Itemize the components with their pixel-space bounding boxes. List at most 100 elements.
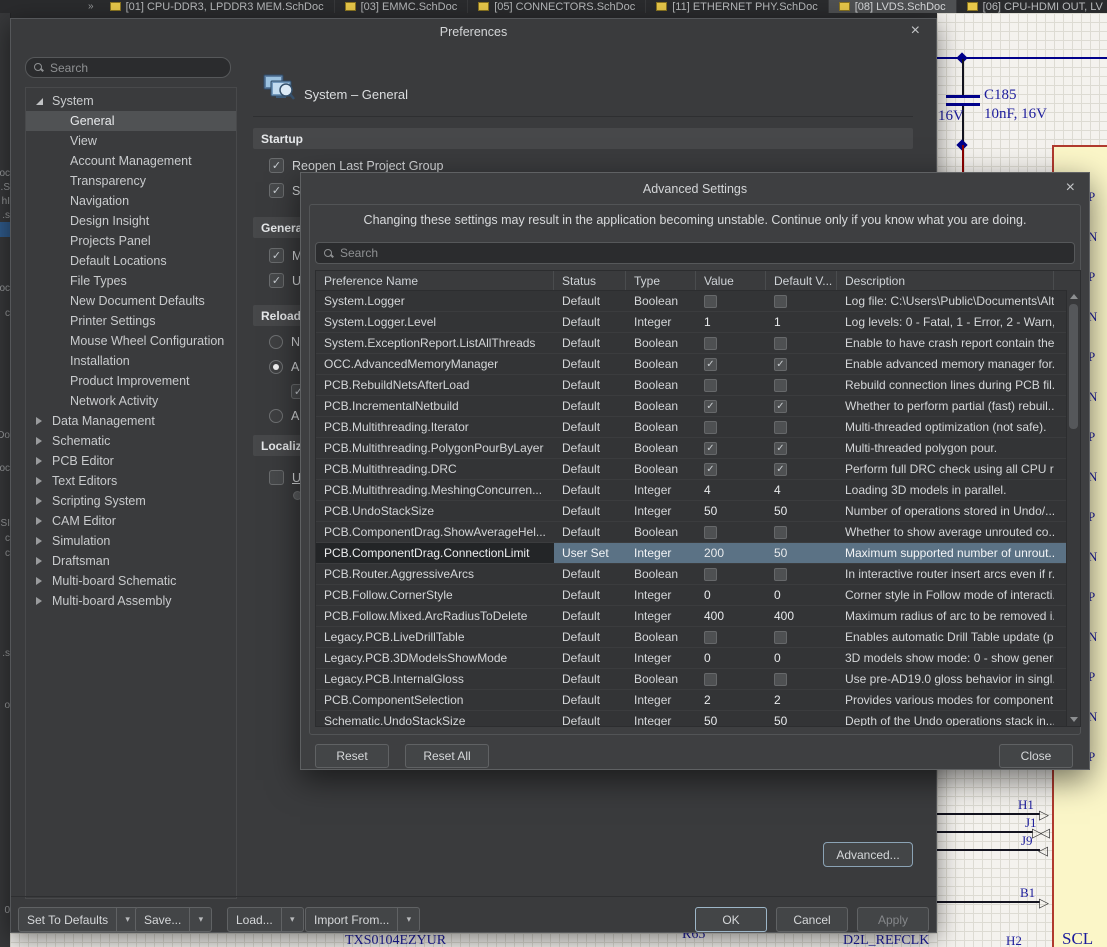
reset-button[interactable]: Reset bbox=[315, 744, 389, 768]
sidebar-item[interactable]: New Document Defaults bbox=[26, 291, 236, 311]
load-button[interactable]: Load... bbox=[227, 907, 282, 932]
option-reopen-last-project-group[interactable]: ✓Reopen Last Project Group bbox=[269, 158, 443, 173]
close-icon[interactable]: × bbox=[911, 23, 920, 39]
checkbox-unchecked[interactable] bbox=[269, 470, 284, 485]
sidebar-item[interactable]: Multi-board Schematic bbox=[26, 571, 236, 591]
sidebar-item[interactable]: Navigation bbox=[26, 191, 236, 211]
col-description[interactable]: Description bbox=[837, 271, 1054, 290]
table-row[interactable]: Schematic.UndoStackSize Default Integer … bbox=[316, 711, 1080, 727]
sidebar-item[interactable]: Data Management bbox=[26, 411, 236, 431]
sidebar-item[interactable]: Mouse Wheel Configuration bbox=[26, 331, 236, 351]
advanced-search-input[interactable]: Search bbox=[315, 242, 1075, 264]
document-tab[interactable]: [08] LVDS.SchDoc bbox=[829, 0, 957, 13]
table-row[interactable]: PCB.ComponentDrag.ShowAverageHel... Defa… bbox=[316, 522, 1080, 543]
cancel-button[interactable]: Cancel bbox=[776, 907, 848, 932]
load-dropdown[interactable]: ▾ bbox=[282, 907, 304, 932]
sidebar-item[interactable]: Network Activity bbox=[26, 391, 236, 411]
sidebar-item[interactable]: View bbox=[26, 131, 236, 151]
scrollbar-thumb[interactable] bbox=[1069, 304, 1078, 429]
table-row[interactable]: Legacy.PCB.LiveDrillTable Default Boolea… bbox=[316, 627, 1080, 648]
table-row[interactable]: PCB.RebuildNetsAfterLoad Default Boolean… bbox=[316, 375, 1080, 396]
sidebar-item[interactable]: Scripting System bbox=[26, 491, 236, 511]
value-checkbox[interactable] bbox=[704, 463, 717, 476]
table-row[interactable]: PCB.Follow.CornerStyle Default Integer 0… bbox=[316, 585, 1080, 606]
document-tab[interactable]: [01] CPU-DDR3, LPDDR3 MEM.SchDoc bbox=[100, 0, 335, 13]
scroll-down-icon[interactable] bbox=[1070, 717, 1078, 722]
document-tab[interactable]: [11] ETHERNET PHY.SchDoc bbox=[646, 0, 829, 13]
sidebar-item[interactable]: Installation bbox=[26, 351, 236, 371]
radio-unselected[interactable] bbox=[269, 409, 283, 423]
tree-expand-icon[interactable] bbox=[36, 577, 42, 585]
table-row[interactable]: PCB.IncrementalNetbuild Default Boolean … bbox=[316, 396, 1080, 417]
sidebar-item[interactable]: File Types bbox=[26, 271, 236, 291]
tree-expand-icon[interactable] bbox=[36, 437, 42, 445]
sidebar-item[interactable]: Projects Panel bbox=[26, 231, 236, 251]
scroll-up-icon[interactable] bbox=[1070, 294, 1078, 299]
sidebar-item[interactable]: Design Insight bbox=[26, 211, 236, 231]
value-checkbox[interactable] bbox=[704, 568, 717, 581]
schematic-canvas-bottom[interactable]: TXS0104EZYUR R65 D2L_REFCLK bbox=[10, 933, 937, 947]
tab-overflow-icon[interactable]: » bbox=[0, 1, 100, 12]
preferences-search-input[interactable]: Search bbox=[25, 57, 231, 78]
sidebar-item[interactable]: Multi-board Assembly bbox=[26, 591, 236, 611]
save-button[interactable]: Save... bbox=[135, 907, 190, 932]
value-checkbox[interactable] bbox=[704, 673, 717, 686]
sheet-entry-scl[interactable]: SCL bbox=[1062, 929, 1093, 947]
close-icon[interactable]: × bbox=[1066, 180, 1075, 196]
value-checkbox[interactable] bbox=[704, 421, 717, 434]
ok-button[interactable]: OK bbox=[695, 907, 767, 932]
checkbox-checked[interactable]: ✓ bbox=[269, 248, 284, 263]
sidebar-item[interactable]: PCB Editor bbox=[26, 451, 236, 471]
table-row[interactable]: OCC.AdvancedMemoryManager Default Boolea… bbox=[316, 354, 1080, 375]
document-tab[interactable]: [03] EMMC.SchDoc bbox=[335, 0, 469, 13]
sidebar-item[interactable]: CAM Editor bbox=[26, 511, 236, 531]
table-row[interactable]: PCB.Multithreading.Iterator Default Bool… bbox=[316, 417, 1080, 438]
table-row[interactable]: System.ExceptionReport.ListAllThreads De… bbox=[316, 333, 1080, 354]
vertical-scrollbar[interactable] bbox=[1066, 290, 1080, 726]
import-from-dropdown[interactable]: ▾ bbox=[398, 907, 420, 932]
table-row[interactable]: PCB.Multithreading.DRC Default Boolean P… bbox=[316, 459, 1080, 480]
table-row[interactable]: Legacy.PCB.InternalGloss Default Boolean… bbox=[316, 669, 1080, 690]
sidebar-item[interactable]: Product Improvement bbox=[26, 371, 236, 391]
table-row[interactable]: PCB.Follow.Mixed.ArcRadiusToDelete Defau… bbox=[316, 606, 1080, 627]
value-checkbox[interactable] bbox=[704, 400, 717, 413]
col-status[interactable]: Status bbox=[554, 271, 626, 290]
advanced-button[interactable]: Advanced... bbox=[823, 842, 913, 867]
document-tab[interactable]: [06] CPU-HDMI OUT, LV bbox=[957, 0, 1107, 13]
sidebar-item[interactable]: Draftsman bbox=[26, 551, 236, 571]
reset-all-button[interactable]: Reset All bbox=[405, 744, 489, 768]
table-row[interactable]: PCB.Router.AggressiveArcs Default Boolea… bbox=[316, 564, 1080, 585]
value-checkbox[interactable] bbox=[704, 358, 717, 371]
import-from-button[interactable]: Import From... bbox=[305, 907, 398, 932]
sidebar-item[interactable]: Transparency bbox=[26, 171, 236, 191]
tree-expand-icon[interactable] bbox=[36, 497, 42, 505]
table-row[interactable]: PCB.Multithreading.MeshingConcurren... D… bbox=[316, 480, 1080, 501]
tree-expand-icon[interactable] bbox=[36, 98, 43, 105]
sidebar-item[interactable]: Default Locations bbox=[26, 251, 236, 271]
tree-expand-icon[interactable] bbox=[36, 557, 42, 565]
radio-unselected[interactable] bbox=[269, 335, 283, 349]
col-value[interactable]: Value bbox=[696, 271, 766, 290]
value-checkbox[interactable] bbox=[704, 337, 717, 350]
value-checkbox[interactable] bbox=[704, 526, 717, 539]
sidebar-item[interactable]: Simulation bbox=[26, 531, 236, 551]
tree-expand-icon[interactable] bbox=[36, 517, 42, 525]
table-row[interactable]: System.Logger.Level Default Integer 1 1 … bbox=[316, 312, 1080, 333]
tree-expand-icon[interactable] bbox=[36, 457, 42, 465]
value-checkbox[interactable] bbox=[704, 631, 717, 644]
tree-expand-icon[interactable] bbox=[36, 597, 42, 605]
tree-expand-icon[interactable] bbox=[36, 537, 42, 545]
sidebar-item[interactable]: Schematic bbox=[26, 431, 236, 451]
checkbox-checked[interactable]: ✓ bbox=[269, 158, 284, 173]
sidebar-item[interactable]: System bbox=[26, 91, 236, 111]
close-button[interactable]: Close bbox=[999, 744, 1073, 768]
table-row[interactable]: PCB.Multithreading.PolygonPourByLayer De… bbox=[316, 438, 1080, 459]
value-checkbox[interactable] bbox=[704, 379, 717, 392]
tree-expand-icon[interactable] bbox=[36, 477, 42, 485]
sidebar-item[interactable]: Account Management bbox=[26, 151, 236, 171]
checkbox-checked[interactable]: ✓ bbox=[269, 183, 284, 198]
save-dropdown[interactable]: ▾ bbox=[190, 907, 212, 932]
value-checkbox[interactable] bbox=[704, 295, 717, 308]
value-checkbox[interactable] bbox=[704, 442, 717, 455]
tree-expand-icon[interactable] bbox=[36, 417, 42, 425]
